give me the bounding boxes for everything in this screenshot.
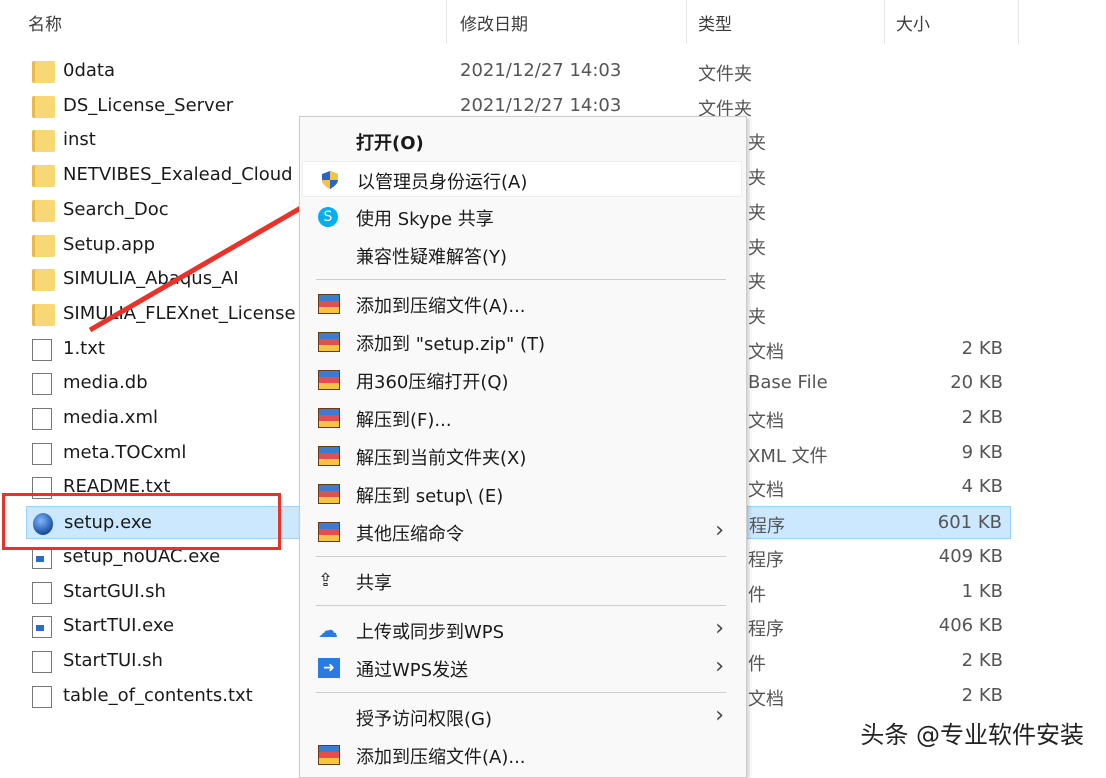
chevron-right-icon: ›: [715, 703, 724, 728]
rar-icon: [318, 294, 340, 314]
rar-icon: [318, 408, 340, 428]
menu-item-label: 添加到压缩文件(A)...: [356, 747, 526, 768]
rar-icon: [318, 370, 340, 390]
menu-item[interactable]: 其他压缩命令 ›: [302, 514, 742, 550]
menu-item[interactable]: 解压到当前文件夹(X): [302, 438, 742, 474]
rar-icon: [318, 332, 340, 352]
cloud-icon: ☁: [318, 618, 338, 642]
watermark: 头条 @专业软件安装: [860, 721, 1084, 749]
menu-item-label: 打开(O): [356, 133, 424, 154]
menu-item-label: 解压到 setup\ (E): [356, 486, 504, 507]
menu-item[interactable]: 用360压缩打开(Q): [302, 362, 742, 398]
menu-item-label: 用360压缩打开(Q): [356, 372, 509, 393]
skype-icon: S: [318, 207, 338, 227]
menu-separator: [316, 692, 726, 693]
chevron-right-icon: ›: [715, 654, 724, 679]
menu-item-label: 上传或同步到WPS: [356, 622, 505, 643]
rar-icon: [318, 522, 340, 542]
menu-item-label: 兼容性疑难解答(Y): [356, 247, 508, 268]
context-menu: 打开(O) 以管理员身份运行(A) S 使用 Skype 共享 兼容性疑难解答(Y) 添加…: [299, 116, 747, 778]
menu-item-label: 添加到压缩文件(A)...: [356, 296, 526, 317]
wps-send-icon: ➜: [318, 658, 340, 678]
menu-item-label: 使用 Skype 共享: [356, 209, 494, 230]
menu-separator: [316, 279, 726, 280]
menu-item[interactable]: 解压到 setup\ (E): [302, 476, 742, 512]
shield-icon: [322, 171, 338, 189]
chevron-right-icon: ›: [715, 616, 724, 641]
chevron-right-icon: ›: [715, 518, 724, 543]
menu-item[interactable]: ➜ 通过WPS发送 ›: [302, 650, 742, 686]
menu-separator: [316, 556, 726, 557]
rar-icon: [318, 446, 340, 466]
menu-item-label: 添加到 "setup.zip" (T): [356, 334, 545, 355]
menu-item[interactable]: ⇪ 共享: [302, 563, 742, 599]
menu-item-label: 共享: [356, 573, 392, 594]
menu-item-label: 解压到(F)...: [356, 410, 452, 431]
menu-item[interactable]: 添加到 "setup.zip" (T): [302, 324, 742, 360]
menu-item[interactable]: ☁ 上传或同步到WPS ›: [302, 612, 742, 648]
menu-item-label: 以管理员身份运行(A): [357, 172, 528, 193]
menu-item-label: 解压到当前文件夹(X): [356, 448, 527, 469]
menu-separator: [316, 605, 726, 606]
menu-item[interactable]: 打开(O): [302, 123, 742, 159]
menu-item[interactable]: S 使用 Skype 共享: [302, 199, 742, 235]
menu-item[interactable]: 兼容性疑难解答(Y): [302, 237, 742, 273]
menu-item[interactable]: 授予访问权限(G) ›: [302, 699, 742, 735]
menu-item[interactable]: 添加到压缩文件(A)...: [302, 286, 742, 322]
menu-item[interactable]: 以管理员身份运行(A): [302, 161, 742, 197]
menu-item[interactable]: 解压到(F)...: [302, 400, 742, 436]
share-icon: ⇪: [318, 570, 334, 591]
menu-item-label: 授予访问权限(G): [356, 709, 492, 730]
winrar-icon: [318, 745, 340, 765]
menu-item-label: 通过WPS发送: [356, 660, 469, 681]
rar-icon: [318, 484, 340, 504]
menu-item-label: 其他压缩命令: [356, 524, 464, 545]
